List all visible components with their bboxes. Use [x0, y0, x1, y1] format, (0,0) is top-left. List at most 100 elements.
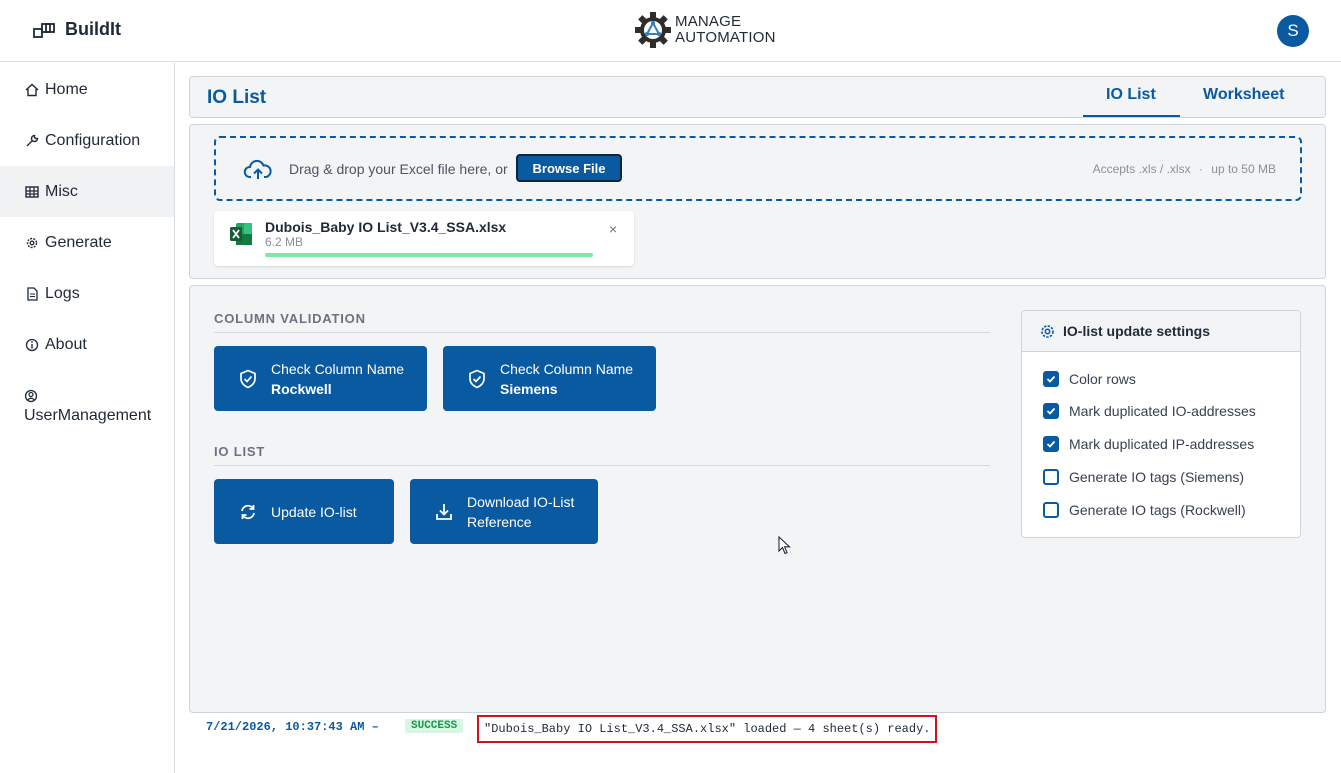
- main-content: IO List IO List Worksheet Drag & drop yo…: [176, 63, 1341, 773]
- sidebar-item-label: Home: [45, 80, 88, 98]
- status-message: "Dubois_Baby IO List_V3.4_SSA.xlsx" load…: [477, 715, 938, 743]
- document-icon: [27, 286, 38, 301]
- gear-icon: [1041, 325, 1054, 338]
- browse-file-button[interactable]: Browse File: [516, 154, 622, 182]
- download-icon: [436, 503, 452, 520]
- button-label: Update IO-list: [271, 503, 357, 520]
- table-icon: [25, 185, 39, 198]
- upload-progress-fill: [265, 253, 593, 257]
- option-label: Mark duplicated IO-addresses: [1069, 403, 1256, 419]
- max-file-size: up to 50 MB: [1211, 162, 1276, 176]
- button-line-2: Reference: [467, 513, 532, 530]
- accepted-separator: ·: [1198, 162, 1203, 176]
- manage-automation-logo: MANAGE AUTOMATION: [633, 10, 776, 50]
- blocks-icon: [33, 22, 55, 38]
- user-avatar[interactable]: S: [1277, 15, 1309, 47]
- sidebar-item-about[interactable]: About: [0, 319, 174, 370]
- check-column-siemens-button[interactable]: Check Column Name Siemens: [443, 346, 656, 411]
- file-size: 6.2 MB: [265, 235, 304, 249]
- tab-worksheet[interactable]: Worksheet: [1203, 86, 1285, 104]
- status-timestamp: 7/21/2026, 10:37:43 AM –: [206, 720, 379, 734]
- sidebar-item-label: Logs: [45, 284, 80, 302]
- sidebar-item-label: Generate: [45, 233, 112, 251]
- file-name: Dubois_Baby IO List_V3.4_SSA.xlsx: [265, 219, 507, 235]
- status-badge: SUCCESS: [405, 719, 464, 733]
- check-icon: [1046, 440, 1056, 448]
- home-icon: [25, 83, 39, 96]
- option-label: Generate IO tags (Siemens): [1069, 469, 1245, 485]
- upload-progress-bar: [265, 253, 593, 257]
- brand-name: BuildIt: [65, 19, 121, 39]
- settings-title: IO-list update settings: [1063, 323, 1211, 339]
- option-label: Generate IO tags (Rockwell): [1069, 502, 1246, 518]
- cloud-upload-icon: [243, 159, 272, 179]
- work-panel: COLUMN VALIDATION Check Column Name Rock…: [189, 285, 1326, 713]
- option-generate-tags-siemens[interactable]: Generate IO tags (Siemens): [1043, 469, 1244, 485]
- update-io-list-button[interactable]: Update IO-list: [214, 479, 394, 544]
- upload-panel: Drag & drop your Excel file here, or Bro…: [189, 124, 1326, 279]
- user-circle-icon: [24, 389, 38, 403]
- checkbox-checked[interactable]: [1043, 403, 1059, 419]
- mouse-pointer-icon: [778, 536, 791, 555]
- option-color-rows[interactable]: Color rows: [1043, 371, 1136, 387]
- page-title: IO List: [207, 87, 267, 108]
- top-header: BuildIt MANAGE AUTOMATION S: [0, 0, 1341, 62]
- gear-icon: [26, 237, 38, 248]
- checkbox-checked[interactable]: [1043, 371, 1059, 387]
- sidebar-item-label: UserManagement: [24, 407, 152, 424]
- check-icon: [1046, 375, 1056, 383]
- check-icon: [1046, 407, 1056, 415]
- sidebar-item-generate[interactable]: Generate: [0, 217, 174, 268]
- sidebar-item-label: Misc: [45, 182, 78, 200]
- button-line-1: Download IO-List: [467, 493, 575, 510]
- file-dropzone[interactable]: Drag & drop your Excel file here, or Bro…: [214, 136, 1302, 201]
- option-mark-duplicated-io[interactable]: Mark duplicated IO-addresses: [1043, 403, 1256, 419]
- sidebar-item-usermanagement[interactable]: UserManagement: [0, 377, 174, 437]
- refresh-icon: [241, 504, 255, 519]
- button-line-1: Check Column Name: [271, 360, 405, 377]
- uploaded-file-card: Dubois_Baby IO List_V3.4_SSA.xlsx 6.2 MB…: [214, 211, 634, 266]
- accepted-types: Accepts .xls / .xlsx: [1092, 162, 1191, 176]
- button-line-2: Siemens: [500, 380, 558, 397]
- download-io-list-reference-button[interactable]: Download IO-List Reference: [410, 479, 598, 544]
- excel-file-icon: [230, 223, 252, 245]
- logo-line-2: AUTOMATION: [675, 29, 776, 46]
- section-heading-io-list: IO LIST: [214, 444, 266, 459]
- section-divider: [214, 332, 990, 333]
- page-title-bar: IO List IO List Worksheet: [189, 76, 1326, 118]
- section-divider: [214, 465, 990, 466]
- brand[interactable]: BuildIt: [33, 19, 121, 40]
- option-label: Mark duplicated IP-addresses: [1069, 436, 1255, 452]
- accepted-formats: Accepts .xls / .xlsx · up to 50 MB: [1093, 162, 1276, 176]
- checkbox-unchecked[interactable]: [1043, 469, 1059, 485]
- option-label: Color rows: [1069, 371, 1136, 387]
- option-generate-tags-rockwell[interactable]: Generate IO tags (Rockwell): [1043, 502, 1246, 518]
- wrench-icon: [26, 134, 39, 146]
- drop-instructions: Drag & drop your Excel file here, or: [289, 161, 508, 177]
- logo-line-1: MANAGE: [675, 13, 742, 30]
- info-icon: [25, 338, 39, 351]
- gear-logo-icon: [635, 12, 671, 48]
- option-mark-duplicated-ip[interactable]: Mark duplicated IP-addresses: [1043, 436, 1254, 452]
- remove-file-button[interactable]: ×: [609, 221, 617, 237]
- sidebar-item-home[interactable]: Home: [0, 64, 174, 115]
- sidebar-item-label: Configuration: [45, 131, 141, 149]
- status-bar: 7/21/2026, 10:37:43 AM – SUCCESS "Dubois…: [189, 715, 1326, 745]
- sidebar-item-logs[interactable]: Logs: [0, 268, 174, 319]
- check-column-rockwell-button[interactable]: Check Column Name Rockwell: [214, 346, 427, 411]
- tab-io-list[interactable]: IO List: [1106, 86, 1156, 104]
- active-tab-indicator: [1083, 115, 1180, 117]
- section-heading-column-validation: COLUMN VALIDATION: [214, 311, 366, 326]
- checkbox-unchecked[interactable]: [1043, 502, 1059, 518]
- button-line-2: Rockwell: [271, 380, 332, 397]
- shield-check-icon: [240, 369, 256, 388]
- button-line-1: Check Column Name: [500, 360, 634, 377]
- shield-check-icon: [469, 369, 485, 388]
- sidebar-item-misc[interactable]: Misc: [0, 166, 174, 217]
- sidebar: Home Configuration Misc Generate Logs Ab…: [0, 63, 175, 773]
- checkbox-checked[interactable]: [1043, 436, 1059, 452]
- sidebar-item-label: About: [45, 335, 87, 353]
- settings-header: IO-list update settings: [1022, 311, 1300, 352]
- io-list-settings-panel: IO-list update settings Color rows Mark …: [1021, 310, 1301, 538]
- sidebar-item-configuration[interactable]: Configuration: [0, 115, 174, 166]
